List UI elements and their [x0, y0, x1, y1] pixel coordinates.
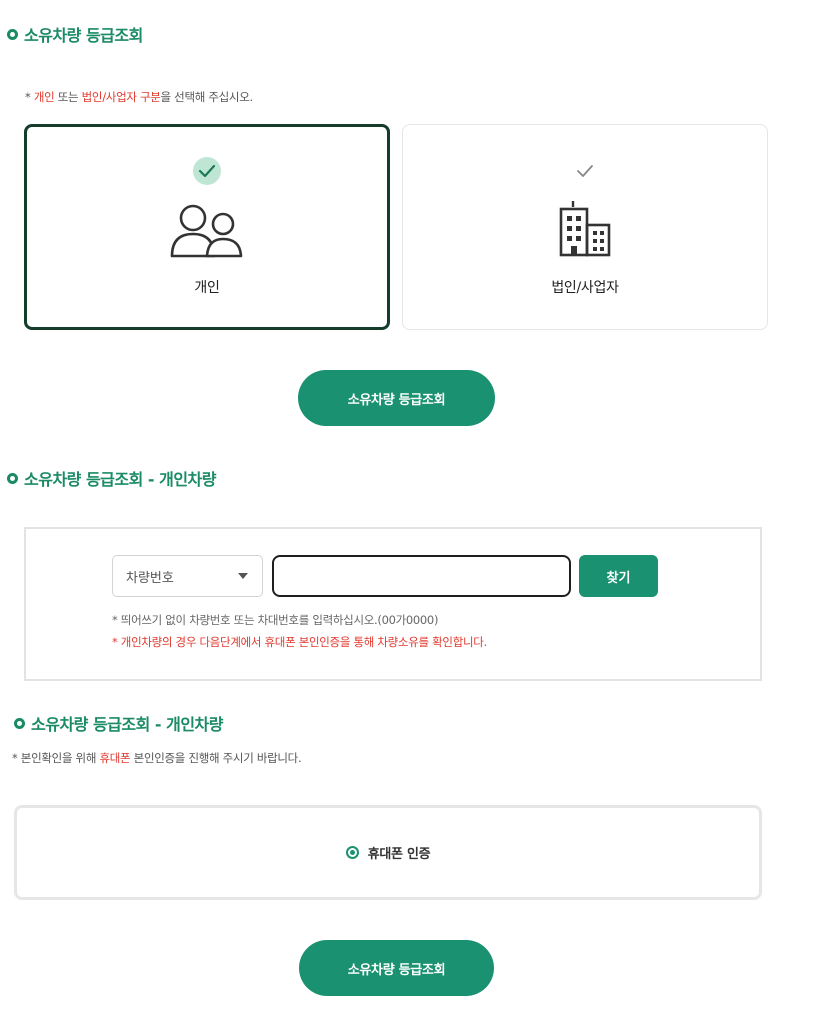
vehicle-number-input[interactable]	[272, 555, 571, 597]
section-title-personal-vehicle-search: 소유차량 등급조회 - 개인차량	[7, 466, 217, 490]
personal-type-card[interactable]: 개인	[24, 124, 390, 330]
vehicle-grade-lookup-button-bottom[interactable]: 소유차량 등급조회	[299, 940, 494, 996]
building-icon	[557, 199, 613, 263]
personal-card-label: 개인	[194, 280, 220, 296]
section-title-owned-vehicle: 소유차량 등급조회	[7, 22, 143, 46]
section-title-personal-vehicle-verify: 소유차량 등급조회 - 개인차량	[14, 711, 224, 735]
input-guide-note: * 띄어쓰기 없이 차량번호 또는 차대번호를 입력하십시오.(00가0000)	[112, 613, 439, 627]
identity-verify-note: * 본인확인을 위해 휴대폰 본인인증을 진행해 주시기 바랍니다.	[12, 750, 302, 766]
people-icon	[168, 201, 246, 265]
note-highlight-corporate: 법인/사업자 구분	[81, 90, 161, 104]
verification-method-panel: 휴대폰 인증	[14, 805, 762, 900]
note-suffix: 본인인증을 진행해 주시기 바랍니다.	[130, 751, 302, 765]
circle-bullet-icon	[7, 472, 18, 484]
section-title-text: 소유차량 등급조회 - 개인차량	[24, 470, 217, 489]
note-highlight-phone: 휴대폰	[99, 751, 131, 765]
corporate-card-label: 법인/사업자	[551, 280, 619, 296]
caret-down-icon	[238, 573, 248, 579]
check-icon	[193, 157, 221, 185]
vehicle-grade-lookup-button[interactable]: 소유차량 등급조회	[298, 370, 495, 426]
search-type-select[interactable]: 차량번호	[112, 555, 263, 597]
select-type-note: * 개인 또는 법인/사업자 구분을 선택해 주십시오.	[25, 89, 253, 105]
ownership-verify-note: * 개인차량의 경우 다음단계에서 휴대폰 본인인증을 통해 차량소유를 확인합…	[112, 635, 487, 649]
note-prefix: * 본인확인을 위해	[12, 751, 100, 765]
phone-verification-option[interactable]: 휴대폰 인증	[345, 843, 431, 862]
circle-bullet-icon	[14, 717, 25, 729]
note-highlight-personal: 개인	[33, 90, 55, 104]
vehicle-search-panel: 차량번호 찾기 * 띄어쓰기 없이 차량번호 또는 차대번호를 입력하십시오.(…	[24, 527, 762, 681]
circle-bullet-icon	[7, 28, 18, 40]
section-title-text: 소유차량 등급조회 - 개인차량	[31, 715, 224, 734]
note-prefix: *	[25, 90, 34, 104]
corporate-type-card[interactable]: 법인/사업자	[402, 124, 768, 330]
phone-verification-label: 휴대폰 인증	[367, 847, 431, 862]
find-button[interactable]: 찾기	[579, 555, 658, 597]
search-type-value: 차량번호	[126, 570, 174, 586]
note-suffix: 을 선택해 주십시오.	[160, 90, 254, 104]
radio-selected-icon[interactable]	[345, 846, 359, 859]
section-title-text: 소유차량 등급조회	[24, 26, 143, 45]
note-middle: 또는	[54, 90, 82, 104]
check-icon	[571, 157, 599, 185]
